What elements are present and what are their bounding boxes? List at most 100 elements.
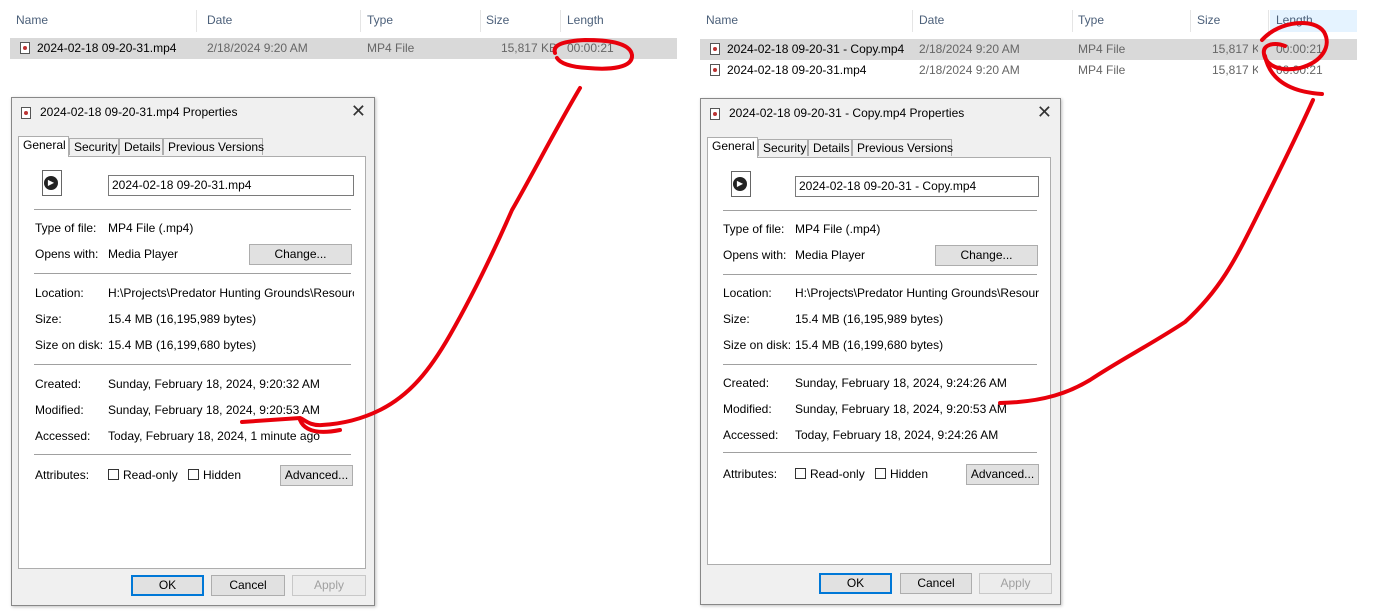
modified-label: Modified: [723, 402, 772, 416]
column-header-size[interactable]: Size [486, 10, 509, 32]
filename-field[interactable]: 2024-02-18 09-20-31.mp4 [108, 175, 354, 196]
column-header-type[interactable]: Type [1078, 10, 1104, 32]
type-of-file-value: MP4 File (.mp4) [795, 222, 881, 236]
apply-button[interactable]: Apply [979, 573, 1052, 594]
size-label: Size: [35, 312, 62, 326]
read-only-checkbox[interactable] [795, 468, 806, 479]
divider [723, 274, 1037, 275]
file-type: MP4 File [1078, 42, 1126, 56]
media-file-icon [42, 170, 62, 196]
change-button[interactable]: Change... [249, 244, 352, 265]
created-label: Created: [35, 377, 82, 391]
column-separator[interactable] [560, 10, 561, 32]
cancel-button[interactable]: Cancel [211, 575, 285, 596]
cancel-button[interactable]: Cancel [900, 573, 972, 594]
column-separator[interactable] [360, 10, 361, 32]
tab-details[interactable]: Details [808, 139, 852, 156]
column-separator[interactable] [1190, 10, 1191, 32]
file-date: 2/18/2024 9:20 AM [207, 41, 308, 55]
file-size: 15,817 KB [500, 41, 557, 55]
tab-previous-versions[interactable]: Previous Versions [163, 138, 264, 155]
file-row[interactable]: 2024-02-18 09-20-31.mp4 2/18/2024 9:20 A… [700, 60, 1357, 81]
file-date: 2/18/2024 9:20 AM [919, 63, 1020, 77]
file-row[interactable]: 2024-02-18 09-20-31 - Copy.mp4 2/18/2024… [700, 39, 1357, 60]
mp4-file-icon [710, 64, 720, 76]
file-name: 2024-02-18 09-20-31.mp4 [727, 63, 867, 77]
created-value: Sunday, February 18, 2024, 9:24:26 AM [795, 376, 1007, 390]
general-panel: 2024-02-18 09-20-31 - Copy.mp4 Type of f… [707, 157, 1051, 565]
hidden-checkbox[interactable] [875, 468, 886, 479]
ok-button[interactable]: OK [131, 575, 204, 596]
created-value: Sunday, February 18, 2024, 9:20:32 AM [108, 377, 320, 391]
column-separator[interactable] [1268, 10, 1269, 32]
hidden-label[interactable]: Hidden [890, 467, 928, 481]
column-header-name[interactable]: Name [16, 10, 48, 32]
size-value: 15.4 MB (16,195,989 bytes) [795, 312, 944, 326]
tab-general[interactable]: General [18, 136, 69, 157]
tab-previous-versions[interactable]: Previous Versions [852, 139, 953, 156]
accessed-label: Accessed: [35, 429, 91, 443]
column-header-length[interactable]: Length [567, 10, 604, 32]
modified-value: Sunday, February 18, 2024, 9:20:53 AM [108, 403, 320, 417]
opens-with-label: Opens with: [723, 248, 787, 262]
column-separator[interactable] [480, 10, 481, 32]
column-header-name[interactable]: Name [706, 10, 738, 32]
mp4-file-icon [710, 43, 720, 55]
created-label: Created: [723, 376, 770, 390]
tab-security[interactable]: Security [758, 139, 808, 156]
hidden-label[interactable]: Hidden [203, 468, 241, 482]
read-only-checkbox[interactable] [108, 469, 119, 480]
ok-button[interactable]: OK [819, 573, 892, 594]
size-on-disk-value: 15.4 MB (16,199,680 bytes) [108, 338, 257, 352]
column-header-size[interactable]: Size [1197, 10, 1220, 32]
type-of-file-value: MP4 File (.mp4) [108, 221, 194, 235]
location-label: Location: [723, 286, 772, 300]
tab-general[interactable]: General [707, 137, 758, 158]
hidden-checkbox[interactable] [188, 469, 199, 480]
divider [34, 454, 351, 455]
tab-security[interactable]: Security [69, 138, 119, 155]
file-name: 2024-02-18 09-20-31.mp4 [37, 41, 177, 55]
column-header-type[interactable]: Type [367, 10, 393, 32]
change-button[interactable]: Change... [935, 245, 1038, 266]
file-size: 15,817 KB [1212, 63, 1258, 77]
divider [34, 364, 351, 365]
opens-with-label: Opens with: [35, 247, 99, 261]
dialog-title: 2024-02-18 09-20-31.mp4 Properties [40, 105, 238, 119]
modified-value: Sunday, February 18, 2024, 9:20:53 AM [795, 402, 1007, 416]
location-value: H:\Projects\Predator Hunting Grounds\Res… [795, 286, 1039, 300]
column-header-length[interactable]: Length [1270, 10, 1357, 32]
size-on-disk-value: 15.4 MB (16,199,680 bytes) [795, 338, 944, 352]
advanced-button[interactable]: Advanced... [280, 465, 353, 486]
mp4-file-icon [21, 107, 31, 119]
column-header-date[interactable]: Date [207, 10, 232, 32]
accessed-value: Today, February 18, 2024, 1 minute ago [108, 429, 320, 443]
attributes-label: Attributes: [723, 467, 778, 481]
general-panel: 2024-02-18 09-20-31.mp4 Type of file: MP… [18, 156, 366, 569]
filename-field[interactable]: 2024-02-18 09-20-31 - Copy.mp4 [795, 176, 1039, 197]
tab-details[interactable]: Details [119, 138, 163, 155]
file-row[interactable]: 2024-02-18 09-20-31.mp4 2/18/2024 9:20 A… [10, 38, 677, 59]
column-header-date[interactable]: Date [919, 10, 944, 32]
file-size: 15,817 KB [1212, 42, 1258, 56]
opens-with-value: Media Player [795, 248, 866, 262]
column-separator[interactable] [1072, 10, 1073, 32]
attributes-label: Attributes: [35, 468, 90, 482]
media-file-icon [731, 171, 751, 197]
file-type: MP4 File [1078, 63, 1126, 77]
column-separator[interactable] [196, 10, 197, 32]
size-on-disk-label: Size on disk: [723, 338, 792, 352]
close-icon[interactable]: ✕ [351, 101, 366, 121]
advanced-button[interactable]: Advanced... [966, 464, 1039, 485]
apply-button[interactable]: Apply [292, 575, 366, 596]
close-icon[interactable]: ✕ [1037, 102, 1052, 122]
column-separator[interactable] [912, 10, 913, 32]
mp4-file-icon [710, 108, 720, 120]
opens-with-value: Media Player [108, 247, 179, 261]
read-only-label[interactable]: Read-only [810, 467, 865, 481]
divider [723, 452, 1037, 453]
file-date: 2/18/2024 9:20 AM [919, 42, 1020, 56]
file-type: MP4 File [367, 41, 415, 55]
left-properties-dialog: 2024-02-18 09-20-31.mp4 Properties ✕ Gen… [11, 97, 375, 606]
read-only-label[interactable]: Read-only [123, 468, 178, 482]
